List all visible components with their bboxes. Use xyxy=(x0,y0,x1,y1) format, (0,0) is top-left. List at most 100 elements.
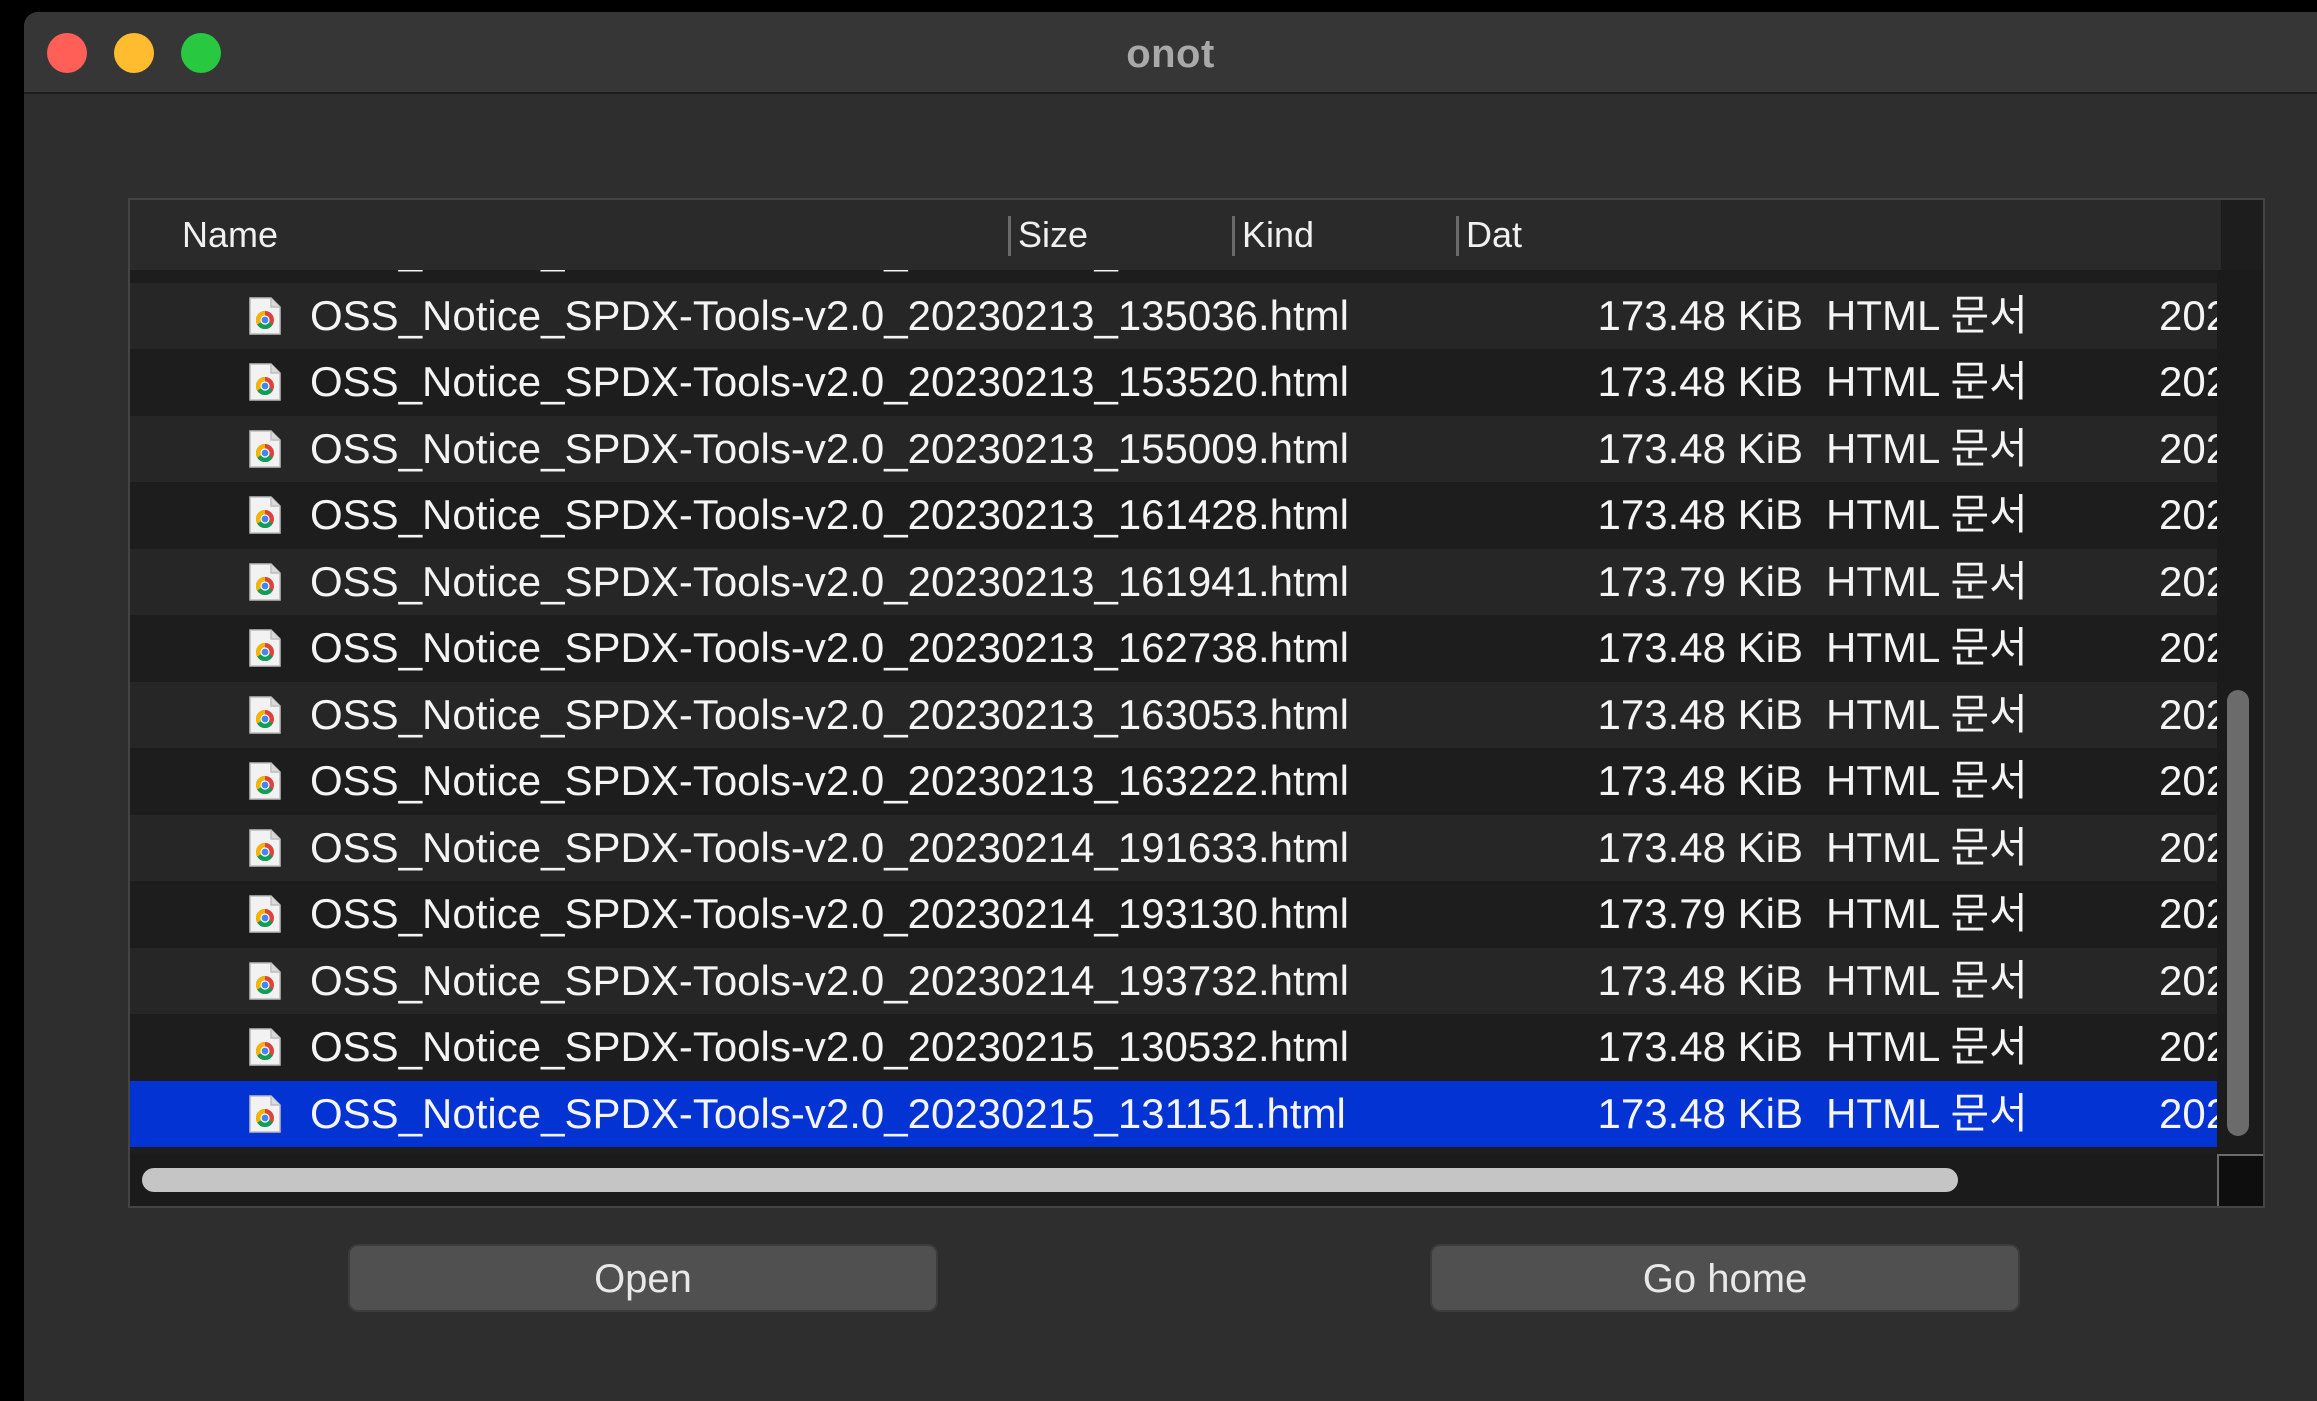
file-date-cell: 202 xyxy=(2159,424,2221,472)
file-size-cell: 173.48 KiB xyxy=(1597,624,1804,671)
file-size-cell: 173.48 KiB xyxy=(1597,424,1804,472)
html-file-icon xyxy=(244,628,286,670)
file-kind-cell: HTML 문서 xyxy=(1826,956,2028,1004)
vertical-scrollbar[interactable] xyxy=(2217,270,2263,1154)
vertical-scroll-thumb[interactable] xyxy=(2227,690,2249,1136)
file-kind-cell: HTML 문서 xyxy=(1826,491,2028,538)
file-date-cell: 202 xyxy=(2159,690,2221,738)
column-resize-handle-kind[interactable] xyxy=(1456,216,1459,256)
file-name-cell: OSS_Notice_SPDX-Tools-v2.0_20230213_1619… xyxy=(310,557,1349,605)
file-size-cell: 173.48 KiB xyxy=(1440,270,1804,283)
file-date-cell: 202 xyxy=(2159,890,2221,937)
file-kind-cell: HTML 문서 xyxy=(1826,823,2028,871)
html-file-icon xyxy=(244,296,286,338)
file-date-cell: 202 xyxy=(2159,1089,2221,1137)
file-date-cell: 202 xyxy=(2159,270,2221,283)
file-kind-cell: HTML 문서 xyxy=(1826,1023,2028,1070)
table-row[interactable]: OSS_Notice_SPDX-Tools-v2.0_20230215_1305… xyxy=(130,1014,2221,1081)
column-header-name[interactable]: Name xyxy=(182,214,278,256)
file-name-cell: OSS_Notice_SPDX-Tools-v2.0_20230213_1535… xyxy=(310,358,1349,405)
file-name-cell: OSS_Notice_SPDX-Tools-v2.0_20230215_1311… xyxy=(310,1089,1346,1137)
file-name-cell: OSS_Notice_SPDX-Tools-v2.0_20230213_1348… xyxy=(310,270,1410,283)
go-home-button[interactable]: Go home xyxy=(1430,1244,2020,1312)
html-file-icon xyxy=(244,495,286,537)
file-kind-cell: HTML 문서 xyxy=(1826,690,2028,738)
file-kind-cell: HTML 문서 xyxy=(1826,424,2028,472)
file-name-cell: OSS_Notice_SPDX-Tools-v2.0_20230214_1916… xyxy=(310,823,1349,871)
table-row[interactable]: OSS_Notice_SPDX-Tools-v2.0_20230214_1937… xyxy=(130,947,2221,1014)
horizontal-scrollbar[interactable] xyxy=(130,1154,2221,1206)
file-kind-cell: HTML 문서 xyxy=(1826,1089,2028,1137)
file-size-cell: 173.48 KiB xyxy=(1597,690,1804,738)
table-body[interactable]: OSS_Notice_SPDX-Tools-v2.0_20230213_1348… xyxy=(130,270,2221,1154)
file-date-cell: 202 xyxy=(2159,491,2221,538)
file-name-cell: OSS_Notice_SPDX-Tools-v2.0_20230213_1632… xyxy=(310,757,1349,804)
file-kind-cell: HTML 문서 xyxy=(1826,624,2028,671)
file-name-cell: OSS_Notice_SPDX-Tools-v2.0_20230215_1305… xyxy=(310,1023,1349,1070)
horizontal-scroll-thumb[interactable] xyxy=(142,1168,1958,1192)
table-row[interactable]: OSS_Notice_SPDX-Tools-v2.0_20230213_1614… xyxy=(130,482,2221,549)
table-row[interactable]: OSS_Notice_SPDX-Tools-v2.0_20230214_1931… xyxy=(130,881,2221,948)
window-title: onot xyxy=(1126,32,1215,76)
file-size-cell: 173.48 KiB xyxy=(1597,291,1804,339)
scrollbar-corner xyxy=(2217,1154,2263,1206)
file-size-cell: 173.79 KiB xyxy=(1597,890,1804,937)
table-row[interactable]: OSS_Notice_SPDX-Tools-v2.0_20230213_1535… xyxy=(130,349,2221,416)
open-button[interactable]: Open xyxy=(348,1244,938,1312)
file-date-cell: 202 xyxy=(2159,757,2221,804)
file-name-cell: OSS_Notice_SPDX-Tools-v2.0_20230214_1931… xyxy=(310,890,1349,937)
column-resize-handle-size[interactable] xyxy=(1232,216,1235,256)
file-name-cell: OSS_Notice_SPDX-Tools-v2.0_20230213_1630… xyxy=(310,690,1349,738)
file-size-cell: 173.48 KiB xyxy=(1597,757,1804,804)
app-window: onot Name Size Kind Dat OSS_Notice_SPDX-… xyxy=(24,12,2317,1401)
table-header: Name Size Kind Dat xyxy=(130,200,2221,271)
file-kind-cell: HTML 문서 xyxy=(1826,270,2126,283)
table-row[interactable]: OSS_Notice_SPDX-Tools-v2.0_20230215_1311… xyxy=(130,1080,2221,1147)
html-file-icon xyxy=(244,362,286,404)
table-row[interactable]: OSS_Notice_SPDX-Tools-v2.0_20230213_1632… xyxy=(130,748,2221,815)
file-date-cell: 202 xyxy=(2159,624,2221,671)
html-file-icon xyxy=(244,828,286,870)
html-file-icon xyxy=(244,1027,286,1069)
column-header-size[interactable]: Size xyxy=(1018,214,1088,256)
file-size-cell: 173.79 KiB xyxy=(1597,557,1804,605)
column-header-kind[interactable]: Kind xyxy=(1242,214,1314,256)
column-header-date[interactable]: Dat xyxy=(1466,214,1522,256)
file-date-cell: 202 xyxy=(2159,358,2221,405)
column-resize-handle-name[interactable] xyxy=(1008,216,1011,256)
file-size-cell: 173.48 KiB xyxy=(1597,491,1804,538)
file-size-cell: 173.48 KiB xyxy=(1597,956,1804,1004)
file-name-cell: OSS_Notice_SPDX-Tools-v2.0_20230213_1550… xyxy=(310,424,1349,472)
html-file-icon xyxy=(244,894,286,936)
table-row[interactable]: OSS_Notice_SPDX-Tools-v2.0_20230213_1627… xyxy=(130,615,2221,682)
file-date-cell: 202 xyxy=(2159,823,2221,871)
html-file-icon xyxy=(244,270,286,271)
file-name-cell: OSS_Notice_SPDX-Tools-v2.0_20230214_1937… xyxy=(310,956,1349,1004)
file-kind-cell: HTML 문서 xyxy=(1826,358,2028,405)
table-row[interactable]: OSS_Notice_SPDX-Tools-v2.0_20230213_1350… xyxy=(130,282,2221,349)
html-file-icon xyxy=(244,429,286,471)
file-size-cell: 173.48 KiB xyxy=(1597,823,1804,871)
title-bar[interactable]: onot xyxy=(24,12,2317,94)
file-size-cell: 173.48 KiB xyxy=(1597,1023,1804,1070)
table-row[interactable]: OSS_Notice_SPDX-Tools-v2.0_20230213_1619… xyxy=(130,548,2221,615)
file-kind-cell: HTML 문서 xyxy=(1826,557,2028,605)
table-row[interactable]: OSS_Notice_SPDX-Tools-v2.0_20230213_1630… xyxy=(130,681,2221,748)
file-kind-cell: HTML 문서 xyxy=(1826,757,2028,804)
table-row[interactable]: OSS_Notice_SPDX-Tools-v2.0_20230213_1550… xyxy=(130,415,2221,482)
file-size-cell: 173.48 KiB xyxy=(1597,358,1804,405)
table-row[interactable]: OSS_Notice_SPDX-Tools-v2.0_20230214_1916… xyxy=(130,814,2221,881)
html-file-icon xyxy=(244,562,286,604)
file-table: Name Size Kind Dat OSS_Notice_SPDX-Tools… xyxy=(128,198,2265,1208)
table-row[interactable]: OSS_Notice_SPDX-Tools-v2.0_20230213_1348… xyxy=(130,270,2221,283)
file-kind-cell: HTML 문서 xyxy=(1826,890,2028,937)
file-date-cell: 202 xyxy=(2159,1023,2221,1070)
file-date-cell: 202 xyxy=(2159,557,2221,605)
file-size-cell: 173.48 KiB xyxy=(1597,1089,1804,1137)
html-file-icon xyxy=(244,961,286,1003)
html-file-icon xyxy=(244,761,286,803)
file-kind-cell: HTML 문서 xyxy=(1826,291,2028,339)
html-file-icon xyxy=(244,1094,286,1136)
file-name-cell: OSS_Notice_SPDX-Tools-v2.0_20230213_1627… xyxy=(310,624,1349,671)
html-file-icon xyxy=(244,695,286,737)
